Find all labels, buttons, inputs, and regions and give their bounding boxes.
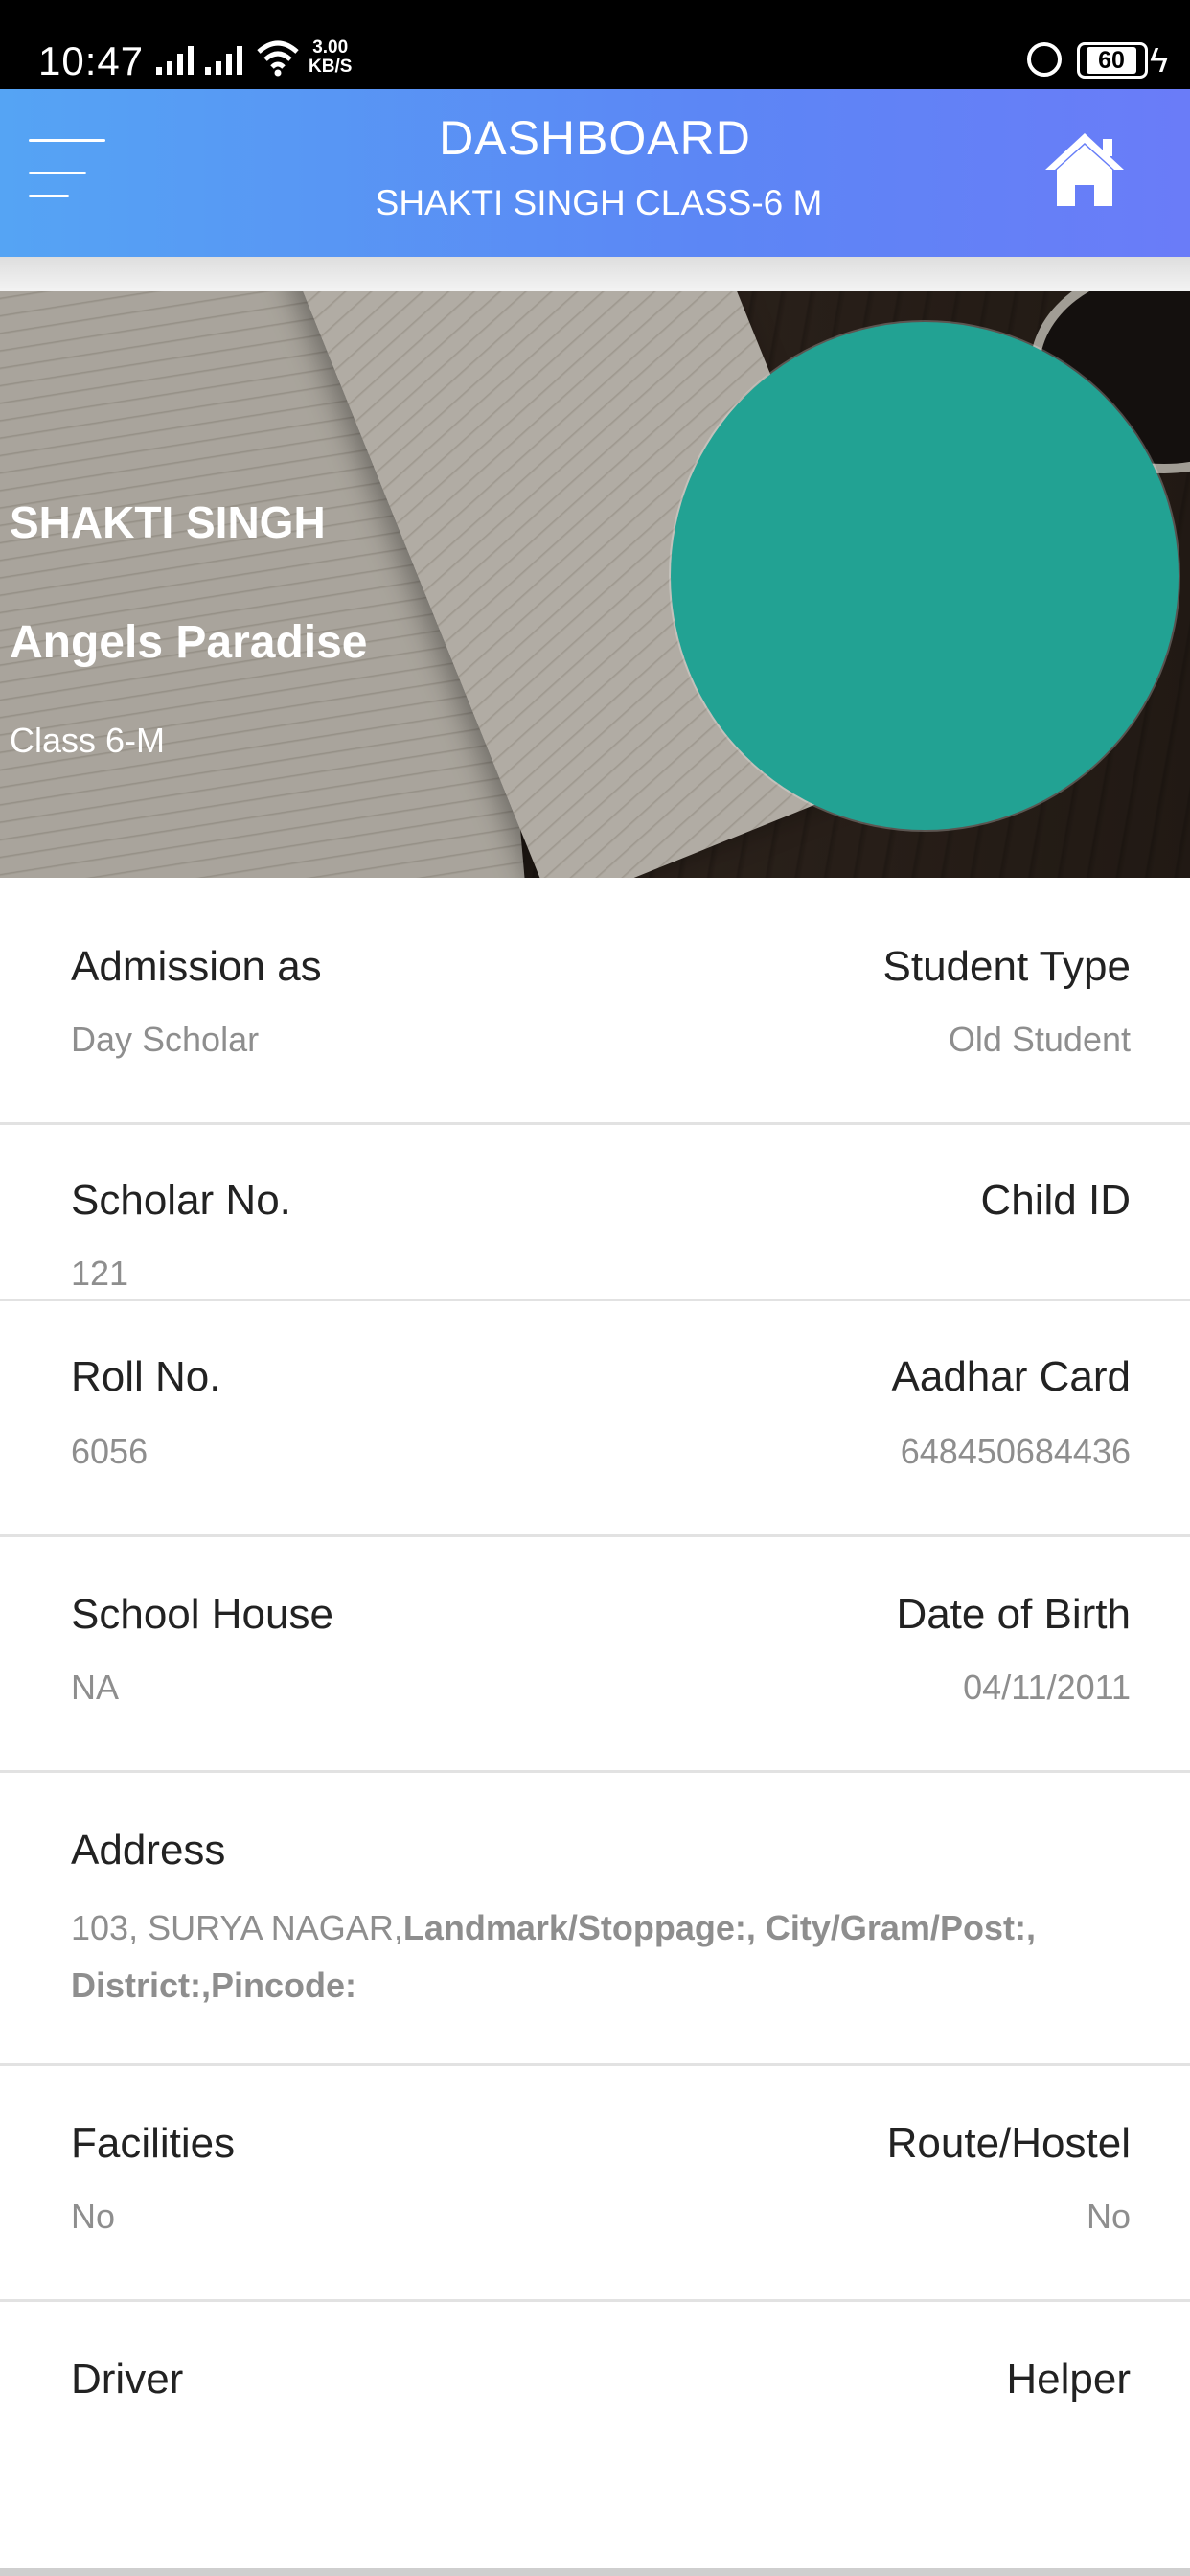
- scholar-no-value: 121: [71, 1254, 129, 1293]
- student-class: Class 6-M: [10, 721, 166, 760]
- student-name: SHAKTI SINGH: [10, 497, 326, 547]
- admission-label: Admission as: [71, 943, 322, 990]
- school-name: Angels Paradise: [10, 617, 368, 668]
- app-bar: DASHBOARD SHAKTI SINGH CLASS-6 M: [0, 89, 1190, 257]
- signal-icon-2: [205, 42, 242, 75]
- bottom-divider: [0, 2568, 1190, 2576]
- signal-icon: [156, 42, 194, 75]
- profile-banner: SHAKTI SINGH Angels Paradise Class 6-M: [0, 291, 1190, 878]
- scholar-no-label: Scholar No.: [71, 1177, 291, 1224]
- battery-level: 60: [1087, 47, 1136, 74]
- dob-value: 04/11/2011: [963, 1668, 1131, 1707]
- roll-no-value: 6056: [71, 1432, 149, 1471]
- roll-no-label: Roll No.: [71, 1353, 221, 1400]
- child-id-label: Child ID: [980, 1177, 1132, 1224]
- detail-row-address: Address 103, SURYA NAGAR,Landmark/Stoppa…: [0, 1773, 1190, 2066]
- network-speed: 3.00 KB/S: [309, 37, 353, 77]
- route-hostel-value: No: [1086, 2196, 1131, 2236]
- battery-icon: 60: [1077, 42, 1148, 79]
- charging-icon: ϟ: [1150, 40, 1169, 80]
- facilities-value: No: [71, 2196, 116, 2236]
- admission-value: Day Scholar: [71, 1020, 260, 1059]
- detail-row-roll: Roll No. 6056 Aadhar Card 648450684436: [0, 1301, 1190, 1537]
- driver-label: Driver: [71, 2356, 184, 2403]
- aadhar-label: Aadhar Card: [891, 1353, 1131, 1400]
- divider: [0, 257, 1190, 291]
- school-house-value: NA: [71, 1668, 120, 1707]
- detail-row-driver: Driver Helper: [0, 2302, 1190, 2568]
- page-subtitle: SHAKTI SINGH CLASS-6 M: [375, 183, 823, 222]
- detail-row-facilities: Facilities No Route/Hostel No: [0, 2066, 1190, 2302]
- student-type-label: Student Type: [882, 943, 1132, 990]
- school-house-label: School House: [71, 1591, 333, 1638]
- student-details: Admission as Day Scholar Student Type Ol…: [0, 889, 1190, 2576]
- detail-row-admission: Admission as Day Scholar Student Type Ol…: [0, 889, 1190, 1125]
- address-label: Address: [71, 1827, 226, 1874]
- facilities-label: Facilities: [71, 2120, 236, 2167]
- address-value: 103, SURYA NAGAR,Landmark/Stoppage:, Cit…: [71, 1899, 1125, 2014]
- helper-label: Helper: [1006, 2356, 1131, 2403]
- aadhar-value: 648450684436: [900, 1432, 1131, 1471]
- rotation-lock-icon: [1027, 42, 1062, 77]
- student-type-value: Old Student: [948, 1020, 1131, 1059]
- address-line: 103, SURYA NAGAR,: [71, 1908, 403, 1947]
- avatar[interactable]: [671, 322, 1179, 830]
- detail-row-scholar: Scholar No. 121 Child ID: [0, 1125, 1190, 1301]
- home-icon[interactable]: [1041, 127, 1128, 209]
- detail-row-house: School House NA Date of Birth 04/11/2011: [0, 1537, 1190, 1773]
- wifi-icon: [257, 40, 299, 77]
- status-bar: 10:47 3.00 KB/S 60 ϟ: [0, 0, 1190, 89]
- dob-label: Date of Birth: [896, 1591, 1131, 1638]
- status-time: 10:47: [38, 38, 145, 83]
- route-hostel-label: Route/Hostel: [886, 2120, 1131, 2167]
- page-title: DASHBOARD: [439, 111, 751, 165]
